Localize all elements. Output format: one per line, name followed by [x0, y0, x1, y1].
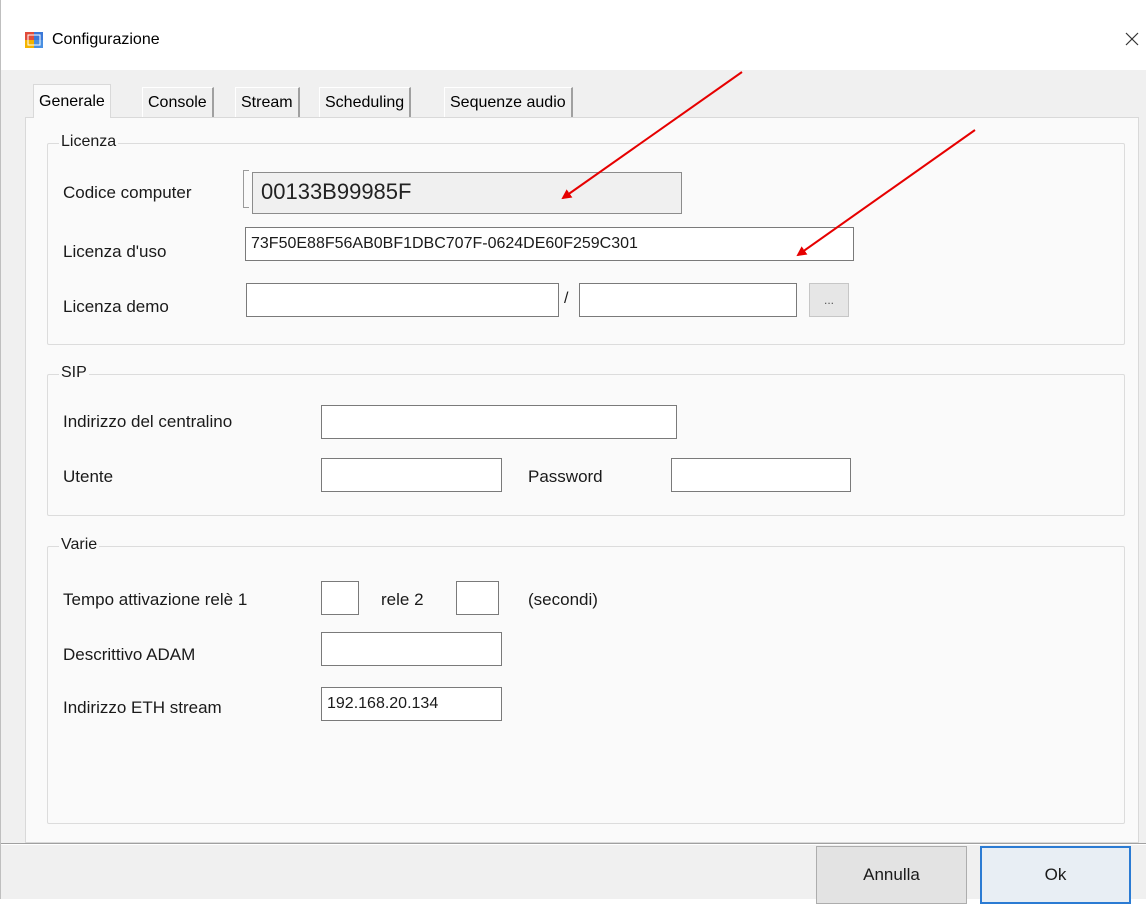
tab-console[interactable]: Console — [142, 87, 214, 117]
password-field[interactable] — [671, 458, 851, 492]
bottom-separator — [1, 843, 1146, 845]
licenza-uso-label: Licenza d'uso — [63, 242, 167, 261]
licenza-group-title: Licenza — [59, 133, 119, 151]
tab-generale[interactable]: Generale — [33, 84, 111, 118]
indirizzo-eth-field[interactable] — [321, 687, 502, 721]
indirizzo-centralino-label: Indirizzo del centralino — [63, 412, 233, 431]
app-window-icon — [25, 32, 43, 48]
tempo-attivazione-label: Tempo attivazione relè 1 — [63, 590, 248, 609]
close-icon — [1125, 32, 1139, 46]
ok-button[interactable]: Ok — [980, 846, 1131, 904]
indirizzo-centralino-field[interactable] — [321, 405, 677, 439]
licenza-demo-field-1[interactable] — [246, 283, 559, 317]
sip-group — [47, 374, 1125, 516]
codice-computer-bracket — [243, 170, 249, 208]
descrittivo-adam-label: Descrittivo ADAM — [63, 645, 196, 664]
licenza-demo-label: Licenza demo — [63, 297, 169, 316]
varie-group — [47, 546, 1125, 824]
tab-label: Generale — [39, 92, 105, 110]
tab-label: Console — [148, 93, 207, 111]
configuration-dialog: Configurazione Generale Console Stream S… — [0, 0, 1146, 904]
indirizzo-eth-label: Indirizzo ETH stream — [63, 698, 222, 717]
tab-label: Sequenze audio — [450, 93, 566, 111]
varie-group-title: Varie — [59, 536, 100, 554]
licenza-demo-field-2[interactable] — [579, 283, 797, 317]
password-label: Password — [528, 467, 603, 486]
sip-group-title: SIP — [59, 364, 89, 382]
utente-label: Utente — [63, 467, 114, 486]
tab-label: Stream — [241, 93, 293, 111]
descrittivo-adam-field[interactable] — [321, 632, 502, 666]
licenza-uso-field[interactable] — [245, 227, 854, 261]
rele2-label: rele 2 — [381, 590, 424, 609]
title-bar: Configurazione — [1, 0, 1146, 70]
utente-field[interactable] — [321, 458, 502, 492]
window-title: Configurazione — [52, 31, 160, 48]
licenza-demo-separator: / — [564, 290, 569, 307]
tab-stream[interactable]: Stream — [235, 87, 300, 117]
secondi-label: (secondi) — [528, 590, 598, 609]
tab-label: Scheduling — [325, 93, 405, 111]
codice-computer-label: Codice computer — [63, 183, 192, 202]
close-button[interactable] — [1119, 26, 1145, 52]
tab-sequenze-audio[interactable]: Sequenze audio — [444, 87, 573, 117]
rele1-field[interactable] — [321, 581, 359, 615]
codice-computer-field: 00133B99985F — [252, 172, 682, 214]
browse-button[interactable]: ... — [809, 283, 849, 317]
tab-scheduling[interactable]: Scheduling — [319, 87, 412, 117]
annulla-button[interactable]: Annulla — [816, 846, 967, 904]
rele2-field[interactable] — [456, 581, 499, 615]
